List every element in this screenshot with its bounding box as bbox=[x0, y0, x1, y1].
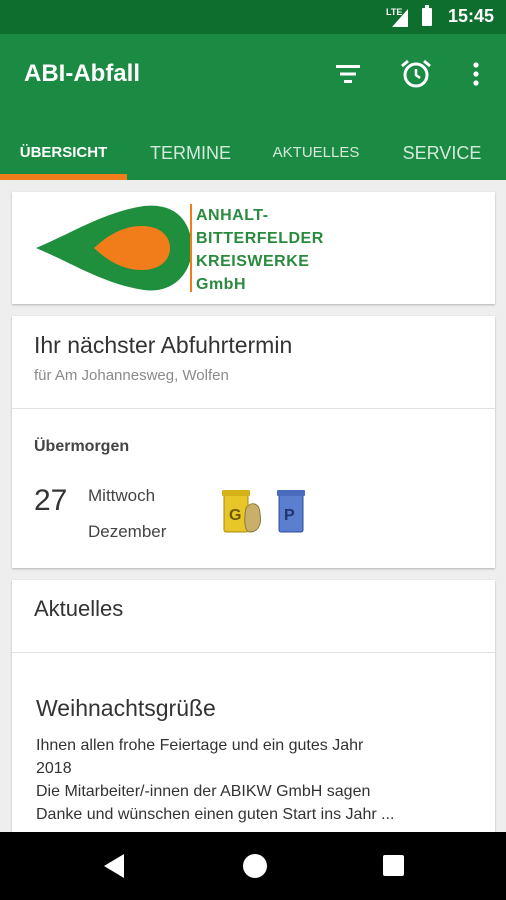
pickup-day-number: 27 bbox=[34, 484, 68, 517]
divider bbox=[12, 652, 495, 653]
app-title: ABI-Abfall bbox=[24, 60, 140, 87]
news-heading: Aktuelles bbox=[34, 596, 124, 621]
company-logo-icon bbox=[36, 205, 192, 291]
pickup-weekday: Mittwoch bbox=[88, 486, 156, 505]
app-bar: ABI-Abfall ÜBERSICHT TERMINE AKTUELLES S… bbox=[0, 34, 506, 180]
home-icon[interactable] bbox=[243, 854, 267, 878]
tab-termine[interactable]: TERMINE bbox=[127, 128, 254, 180]
pickup-month: Dezember bbox=[88, 522, 167, 541]
divider bbox=[12, 408, 495, 409]
next-pickup-heading: Ihr nächster Abfuhrtermin bbox=[34, 332, 293, 358]
navigation-bar bbox=[0, 832, 506, 900]
news-title[interactable]: Weihnachtsgrüße bbox=[36, 695, 216, 722]
pickup-relative-day: Übermorgen bbox=[34, 438, 130, 455]
next-pickup-card[interactable]: Ihr nächster Abfuhrtermin für Am Johanne… bbox=[12, 316, 495, 568]
logo-divider bbox=[190, 204, 192, 292]
pickup-location: für Am Johannesweg, Wolfen bbox=[34, 367, 229, 384]
yellow-bin-icon: G bbox=[222, 490, 261, 533]
logo-card: ANHALT- BITTERFELDER KREISWERKE GmbH bbox=[12, 192, 495, 304]
news-card[interactable]: Aktuelles Weihnachtsgrüße Ihnen allen fr… bbox=[12, 580, 495, 840]
svg-text:P: P bbox=[284, 507, 295, 524]
tab-service[interactable]: SERVICE bbox=[378, 128, 506, 180]
news-body: Ihnen allen frohe Feiertage und ein gute… bbox=[36, 737, 395, 823]
company-name: ANHALT- BITTERFELDER KREISWERKE GmbH bbox=[196, 207, 324, 293]
tab-aktuelles[interactable]: AKTUELLES bbox=[254, 128, 378, 180]
svg-text:G: G bbox=[229, 507, 241, 524]
battery-icon bbox=[422, 5, 432, 26]
tab-overview[interactable]: ÜBERSICHT bbox=[0, 128, 127, 180]
back-icon[interactable] bbox=[104, 854, 124, 878]
signal-icon bbox=[392, 9, 408, 27]
more-options-icon[interactable] bbox=[458, 56, 494, 92]
alarm-icon[interactable] bbox=[398, 56, 434, 92]
recent-apps-icon[interactable] bbox=[383, 855, 404, 876]
blue-bin-icon: P bbox=[277, 490, 305, 533]
clock: 15:45 bbox=[447, 6, 494, 26]
tab-indicator bbox=[0, 174, 127, 180]
status-bar: LTE 15:45 bbox=[0, 0, 506, 34]
filter-icon[interactable] bbox=[330, 56, 366, 92]
tab-bar: ÜBERSICHT TERMINE AKTUELLES SERVICE bbox=[0, 128, 506, 180]
